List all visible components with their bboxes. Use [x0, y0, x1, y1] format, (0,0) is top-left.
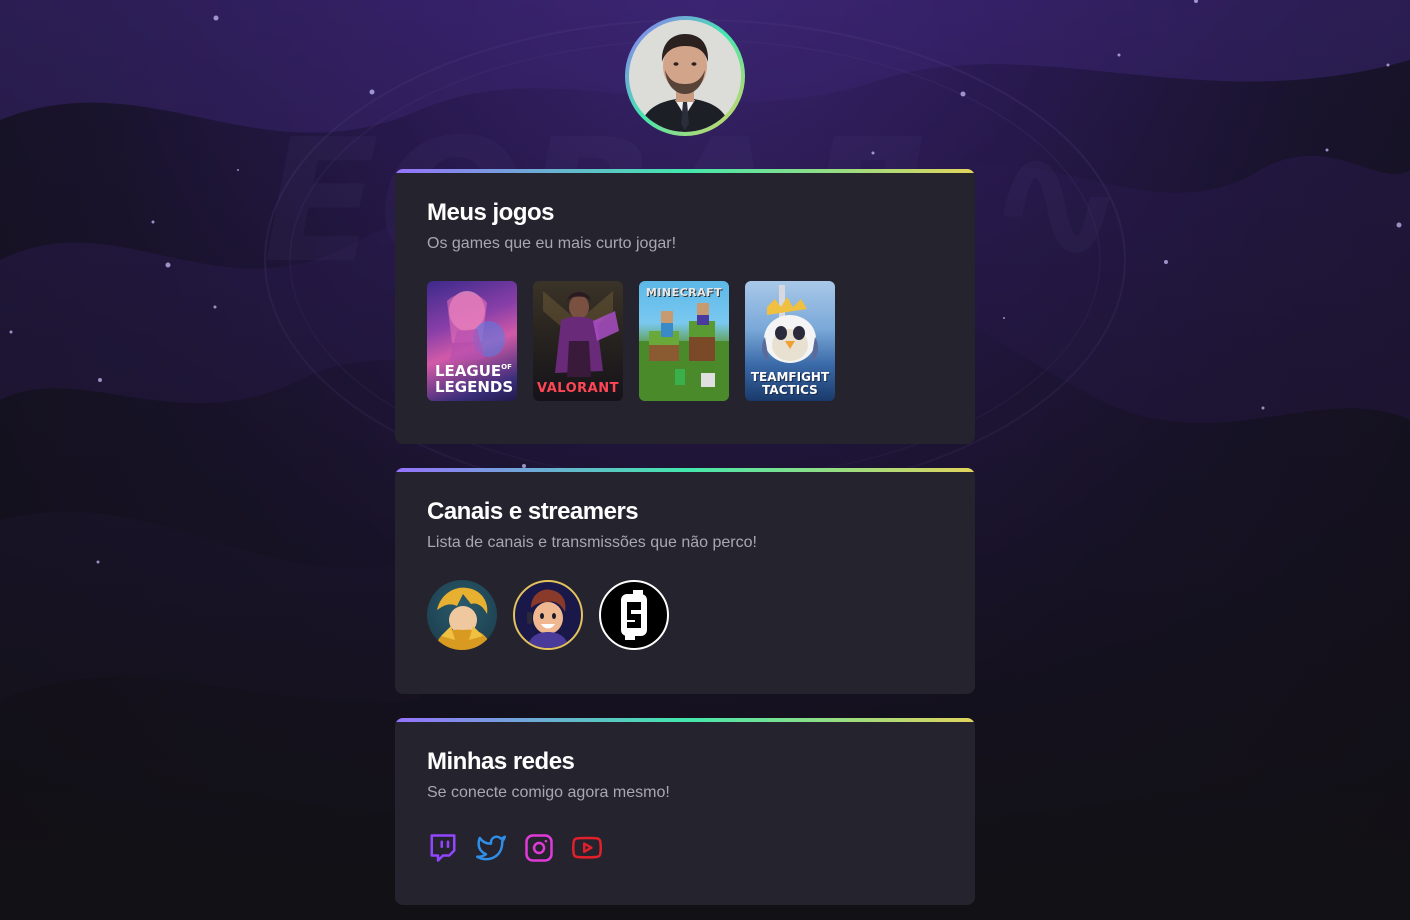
games-card: Meus jogos Os games que eu mais curto jo… — [395, 169, 975, 444]
twitch-link[interactable] — [427, 832, 459, 864]
game-valorant[interactable]: VALORANT — [533, 281, 623, 401]
streamers-card: Canais e streamers Lista de canais e tra… — [395, 468, 975, 694]
twitter-icon — [476, 835, 506, 861]
games-card-subtitle: Os games que eu mais curto jogar! — [427, 235, 677, 252]
profile-avatar — [625, 16, 745, 136]
streamer-avatar-1[interactable] — [427, 580, 497, 650]
socials-card-subtitle: Se conecte comigo agora mesmo! — [427, 784, 670, 801]
twitter-link[interactable] — [475, 832, 507, 864]
games-list: LEAGUEOF LEGENDS VALORANT MINECRAFT TEAM… — [427, 281, 943, 401]
game-minecraft-label: MINECRAFT — [645, 286, 723, 299]
streamer-avatar-3[interactable] — [599, 580, 669, 650]
youtube-link[interactable] — [571, 832, 603, 864]
socials-card-title: Minhas redes — [427, 748, 575, 775]
game-teamfight-tactics[interactable]: TEAMFIGHT TACTICS — [745, 281, 835, 401]
instagram-icon — [525, 834, 553, 862]
profile-photo — [629, 20, 741, 132]
game-valorant-label: VALORANT — [537, 381, 619, 396]
instagram-link[interactable] — [523, 832, 555, 864]
social-links — [427, 832, 943, 864]
game-league-of-legends[interactable]: LEAGUEOF LEGENDS — [427, 281, 517, 401]
youtube-icon — [572, 836, 602, 859]
game-tft-label-2: TACTICS — [762, 383, 818, 397]
streamer-avatar-2[interactable] — [513, 580, 583, 650]
streamers-card-subtitle: Lista de canais e transmissões que não p… — [427, 534, 757, 551]
game-tft-label-1: TEAMFIGHT — [750, 370, 830, 384]
game-lol-label-small: OF — [501, 363, 512, 371]
streamers-card-title: Canais e streamers — [427, 498, 639, 525]
twitch-icon — [430, 834, 456, 862]
game-lol-label-2: LEGENDS — [435, 378, 514, 396]
game-minecraft[interactable]: MINECRAFT — [639, 281, 729, 401]
socials-card: Minhas redes Se conecte comigo agora mes… — [395, 718, 975, 905]
streamers-list — [427, 580, 943, 650]
games-card-title: Meus jogos — [427, 199, 555, 226]
